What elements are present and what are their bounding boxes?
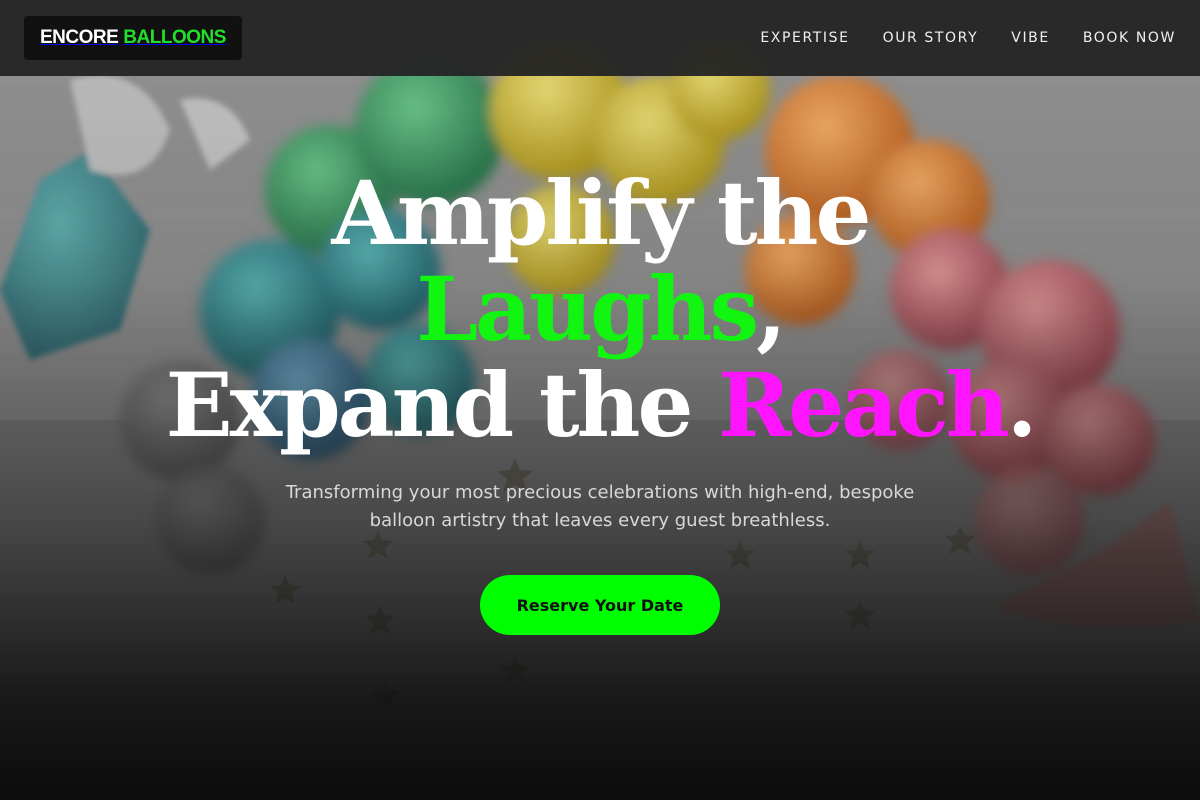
headline-line-1: Amplify the <box>331 161 871 265</box>
nav-item-expertise: EXPERTISE <box>760 29 849 47</box>
landing-page: ENCORE BALLOONS EXPERTISE OUR STORY VIBE… <box>0 0 1200 800</box>
headline-highlight-reach: Reach <box>718 353 1010 457</box>
nav-link-our-story[interactable]: OUR STORY <box>883 30 979 46</box>
reserve-date-button[interactable]: Reserve Your Date <box>480 575 720 635</box>
hero-subtitle: Transforming your most precious celebrat… <box>285 482 915 531</box>
headline-highlight-laughs: Laughs <box>416 257 759 361</box>
brand-logo[interactable]: ENCORE BALLOONS <box>24 16 242 60</box>
top-navbar: ENCORE BALLOONS EXPERTISE OUR STORY VIBE… <box>0 0 1200 76</box>
nav-link-vibe[interactable]: VIBE <box>1011 30 1050 46</box>
nav-menu: EXPERTISE OUR STORY VIBE BOOK NOW <box>760 29 1176 47</box>
brand-name-part2: BALLOONS <box>123 27 226 48</box>
nav-link-expertise[interactable]: EXPERTISE <box>760 30 849 46</box>
nav-link-book-now[interactable]: BOOK NOW <box>1083 30 1176 46</box>
headline-line-3: Expand the Reach. <box>0 357 1200 453</box>
hero-headline: Amplify the Laughs, Expand the Reach. <box>0 165 1200 453</box>
headline-line-2: Laughs, <box>0 261 1200 357</box>
hero-section: Amplify the Laughs, Expand the Reach. Tr… <box>0 165 1200 635</box>
nav-item-vibe: VIBE <box>1011 29 1050 47</box>
nav-item-book-now: BOOK NOW <box>1083 29 1176 47</box>
headline-comma: , <box>756 257 787 361</box>
brand-name-part1: ENCORE <box>40 27 119 48</box>
headline-expand-text: Expand the <box>165 353 719 457</box>
nav-item-our-story: OUR STORY <box>883 29 979 47</box>
headline-period: . <box>1006 353 1038 457</box>
